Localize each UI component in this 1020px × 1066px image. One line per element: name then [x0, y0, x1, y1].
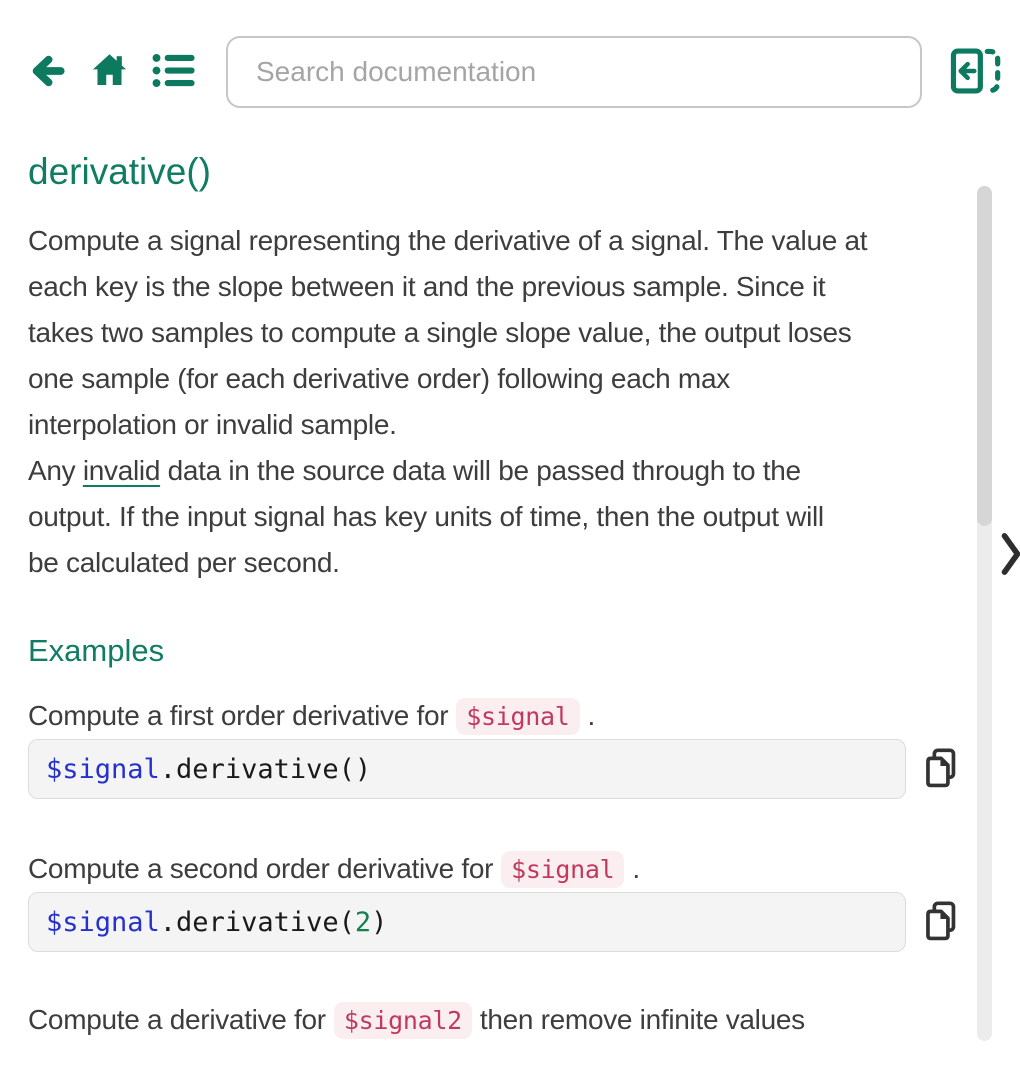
- example-2-code-block: $signal.derivative(2): [28, 892, 906, 952]
- table-of-contents-button[interactable]: [152, 53, 196, 91]
- toolbar: [28, 36, 1002, 108]
- description-paragraph: Compute a signal representing the deriva…: [28, 218, 960, 586]
- description-line: output. If the input signal has key unit…: [28, 494, 960, 540]
- example-desc-text: Compute a second order derivative for: [28, 853, 493, 884]
- collapse-panel-button[interactable]: [950, 46, 1002, 99]
- description-line: one sample (for each derivative order) f…: [28, 356, 960, 402]
- example-desc-text: .: [632, 853, 639, 884]
- code-token-plain: ): [371, 907, 387, 938]
- example-1-description: Compute a first order derivative for $sig…: [28, 694, 960, 739]
- back-arrow-icon: [28, 51, 65, 94]
- inline-code-signal2: $signal2: [334, 1002, 472, 1039]
- inline-code-signal: $signal: [456, 698, 579, 735]
- copy-icon: [923, 901, 957, 944]
- description-line: Compute a signal representing the deriva…: [28, 218, 960, 264]
- expand-panel-chevron-button[interactable]: [1001, 532, 1020, 579]
- description-line-with-link: Any invalid data in the source data will…: [28, 448, 960, 494]
- copy-button[interactable]: [920, 745, 960, 793]
- back-button[interactable]: [28, 51, 65, 94]
- chevron-right-icon: [1001, 564, 1020, 579]
- collapse-panel-icon: [950, 46, 1002, 99]
- scrollbar-thumb[interactable]: [977, 186, 992, 526]
- example-desc-text: .: [588, 700, 595, 731]
- bullet-list-icon: [152, 53, 196, 91]
- home-icon: [90, 51, 129, 93]
- description-line: be calculated per second.: [28, 540, 960, 586]
- code-token-variable: $signal: [46, 754, 160, 785]
- copy-button[interactable]: [920, 898, 960, 946]
- inline-code-signal: $signal: [501, 851, 624, 888]
- code-token-number: 2: [355, 907, 371, 938]
- example-desc-text: Compute a derivative for: [28, 1004, 326, 1035]
- example-2-description: Compute a second order derivative for $si…: [28, 847, 960, 892]
- home-button[interactable]: [90, 51, 129, 93]
- example-desc-text: then remove infinite values: [480, 1004, 805, 1035]
- description-line: takes two samples to compute a single sl…: [28, 310, 960, 356]
- code-token-plain: .derivative(: [160, 907, 355, 938]
- example-1-code-block: $signal.derivative(): [28, 739, 906, 799]
- note-prefix: Any: [28, 455, 83, 486]
- copy-icon: [923, 748, 957, 791]
- invalid-link[interactable]: invalid: [83, 455, 160, 486]
- example-3-description: Compute a derivative for $signal2 then rem…: [28, 998, 960, 1043]
- example-desc-text: Compute a first order derivative for: [28, 700, 448, 731]
- description-line: each key is the slope between it and the…: [28, 264, 960, 310]
- code-token-plain: .derivative(): [160, 754, 371, 785]
- example-1-code-row: $signal.derivative(): [28, 739, 960, 799]
- page-title: derivative(): [28, 150, 960, 194]
- examples-heading: Examples: [28, 632, 960, 670]
- code-token-variable: $signal: [46, 907, 160, 938]
- search-input[interactable]: [226, 36, 922, 108]
- example-2-code-row: $signal.derivative(2): [28, 892, 960, 952]
- doc-content: derivative() Compute a signal representi…: [28, 150, 960, 1043]
- description-line: interpolation or invalid sample.: [28, 402, 960, 448]
- note-suffix: data in the source data will be passed t…: [160, 455, 801, 486]
- scrollbar-track[interactable]: [977, 186, 992, 1041]
